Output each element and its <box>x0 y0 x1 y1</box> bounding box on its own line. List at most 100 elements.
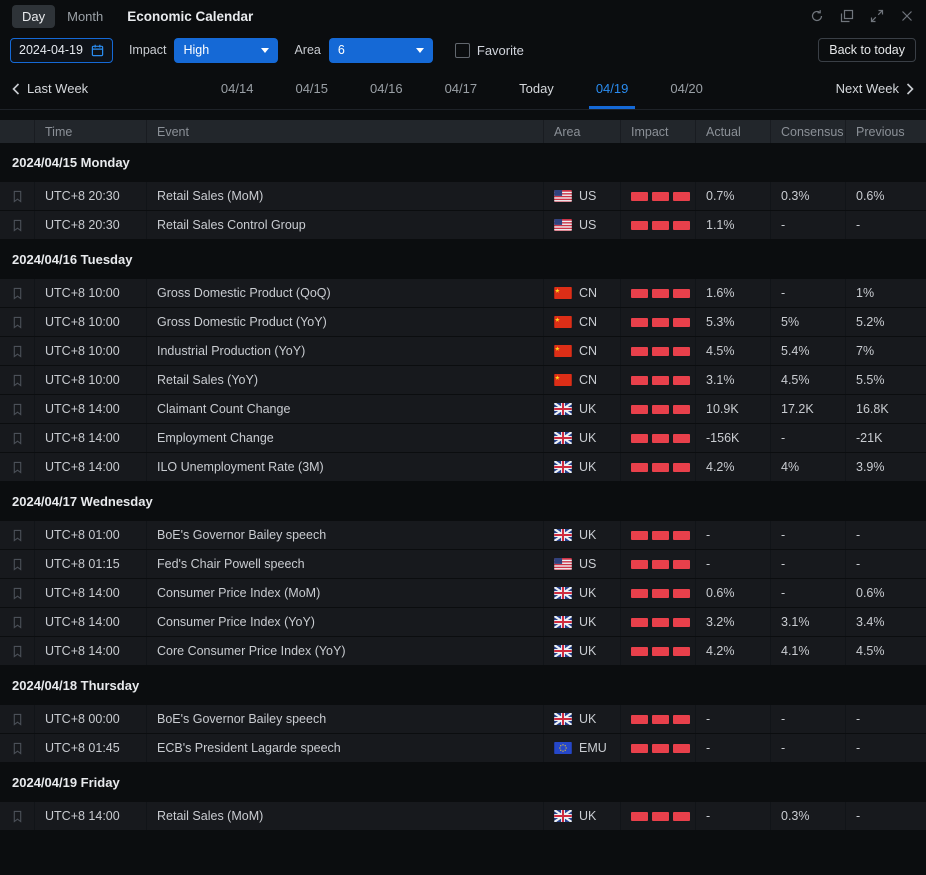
actual-value: 3.2% <box>695 608 770 636</box>
day-tab-04-15[interactable]: 04/15 <box>288 68 335 109</box>
popout-icon[interactable] <box>840 9 854 23</box>
event-row[interactable]: UTC+8 14:00Consumer Price Index (MoM)UK0… <box>0 579 926 608</box>
impact-indicator <box>620 279 695 307</box>
date-group-header: 2024/04/15 Monday <box>0 143 926 182</box>
favorite-toggle[interactable]: Favorite <box>455 43 524 58</box>
day-tab-04-19[interactable]: 04/19 <box>589 68 636 109</box>
bookmark-icon[interactable] <box>12 345 23 358</box>
next-week-button[interactable]: Next Week <box>836 81 914 96</box>
event-row[interactable]: UTC+8 01:45ECB's President Lagarde speec… <box>0 734 926 763</box>
bookmark-icon[interactable] <box>12 432 23 445</box>
event-time: UTC+8 14:00 <box>34 637 146 665</box>
event-row[interactable]: UTC+8 01:15Fed's Chair Powell speechUS--… <box>0 550 926 579</box>
column-header-time: Time <box>34 120 146 143</box>
bookmark-icon[interactable] <box>12 219 23 232</box>
bookmark-icon[interactable] <box>12 287 23 300</box>
event-row[interactable]: UTC+8 10:00Gross Domestic Product (YoY)C… <box>0 308 926 337</box>
impact-indicator <box>620 182 695 210</box>
favorite-checkbox[interactable] <box>455 43 470 58</box>
event-row[interactable]: UTC+8 20:30Retail Sales Control GroupUS1… <box>0 211 926 240</box>
event-row[interactable]: UTC+8 14:00Consumer Price Index (YoY)UK3… <box>0 608 926 637</box>
day-tab-04-14[interactable]: 04/14 <box>214 68 261 109</box>
bookmark-icon[interactable] <box>12 190 23 203</box>
refresh-icon[interactable] <box>810 9 824 23</box>
last-week-label: Last Week <box>27 81 88 96</box>
previous-value: - <box>845 521 926 549</box>
bookmark-icon[interactable] <box>12 713 23 726</box>
bookmark-icon[interactable] <box>12 587 23 600</box>
previous-value: -21K <box>845 424 926 452</box>
flag-uk-icon <box>554 529 572 541</box>
event-time: UTC+8 14:00 <box>34 453 146 481</box>
event-time: UTC+8 14:00 <box>34 579 146 607</box>
flag-uk-icon <box>554 432 572 444</box>
tab-month[interactable]: Month <box>57 5 113 28</box>
event-area: US <box>543 211 620 239</box>
tab-day[interactable]: Day <box>12 5 55 28</box>
consensus-value: - <box>770 734 845 762</box>
actual-value: 10.9K <box>695 395 770 423</box>
event-name: Retail Sales (MoM) <box>146 182 543 210</box>
actual-value: 4.2% <box>695 637 770 665</box>
impact-select[interactable]: High <box>174 38 278 63</box>
event-row[interactable]: UTC+8 14:00Employment ChangeUK-156K--21K <box>0 424 926 453</box>
event-row[interactable]: UTC+8 14:00Retail Sales (MoM)UK-0.3%- <box>0 802 926 831</box>
event-time: UTC+8 00:00 <box>34 705 146 733</box>
flag-uk-icon <box>554 461 572 473</box>
expand-icon[interactable] <box>870 9 884 23</box>
back-to-today-button[interactable]: Back to today <box>818 38 916 62</box>
bookmark-icon[interactable] <box>12 742 23 755</box>
consensus-value: 4.5% <box>770 366 845 394</box>
day-tab-04-20[interactable]: 04/20 <box>663 68 710 109</box>
bookmark-icon[interactable] <box>12 645 23 658</box>
date-picker[interactable]: 2024-04-19 <box>10 38 113 63</box>
day-tab-04-17[interactable]: 04/17 <box>438 68 485 109</box>
bookmark-icon[interactable] <box>12 810 23 823</box>
date-group-header: 2024/04/18 Thursday <box>0 666 926 705</box>
event-name: Gross Domestic Product (YoY) <box>146 308 543 336</box>
bookmark-icon[interactable] <box>12 558 23 571</box>
area-select-value: 6 <box>338 43 345 57</box>
flag-uk-icon <box>554 645 572 657</box>
close-icon[interactable] <box>900 9 914 23</box>
event-row[interactable]: UTC+8 20:30Retail Sales (MoM)US0.7%0.3%0… <box>0 182 926 211</box>
area-label: Area <box>294 43 320 57</box>
column-header-actual: Actual <box>695 120 770 143</box>
event-time: UTC+8 10:00 <box>34 337 146 365</box>
week-days: 04/14 04/15 04/16 04/17 Today 04/19 04/20 <box>88 68 835 109</box>
day-tab-today[interactable]: Today <box>512 68 561 109</box>
actual-value: 3.1% <box>695 366 770 394</box>
event-row[interactable]: UTC+8 10:00Gross Domestic Product (QoQ)C… <box>0 279 926 308</box>
actual-value: - <box>695 705 770 733</box>
impact-indicator <box>620 308 695 336</box>
impact-indicator <box>620 734 695 762</box>
event-row[interactable]: UTC+8 14:00Core Consumer Price Index (Yo… <box>0 637 926 666</box>
bookmark-icon[interactable] <box>12 461 23 474</box>
last-week-button[interactable]: Last Week <box>12 81 88 96</box>
event-area: UK <box>543 637 620 665</box>
event-row[interactable]: UTC+8 00:00BoE's Governor Bailey speechU… <box>0 705 926 734</box>
event-row[interactable]: UTC+8 10:00Industrial Production (YoY)CN… <box>0 337 926 366</box>
bookmark-icon[interactable] <box>12 403 23 416</box>
impact-indicator <box>620 637 695 665</box>
actual-value: 0.7% <box>695 182 770 210</box>
area-select[interactable]: 6 <box>329 38 433 63</box>
consensus-value: - <box>770 579 845 607</box>
event-row[interactable]: UTC+8 01:00BoE's Governor Bailey speechU… <box>0 521 926 550</box>
event-time: UTC+8 14:00 <box>34 424 146 452</box>
impact-select-value: High <box>183 43 209 57</box>
event-row[interactable]: UTC+8 14:00Claimant Count ChangeUK10.9K1… <box>0 395 926 424</box>
event-name: Consumer Price Index (MoM) <box>146 579 543 607</box>
bookmark-icon[interactable] <box>12 616 23 629</box>
event-row[interactable]: UTC+8 14:00ILO Unemployment Rate (3M)UK4… <box>0 453 926 482</box>
actual-value: -156K <box>695 424 770 452</box>
day-tab-04-16[interactable]: 04/16 <box>363 68 410 109</box>
consensus-value: 5% <box>770 308 845 336</box>
bookmark-icon[interactable] <box>12 529 23 542</box>
event-row[interactable]: UTC+8 10:00Retail Sales (YoY)CN3.1%4.5%5… <box>0 366 926 395</box>
bookmark-icon[interactable] <box>12 374 23 387</box>
event-time: UTC+8 10:00 <box>34 308 146 336</box>
bookmark-icon[interactable] <box>12 316 23 329</box>
event-time: UTC+8 14:00 <box>34 395 146 423</box>
flag-cn-icon <box>554 287 572 299</box>
